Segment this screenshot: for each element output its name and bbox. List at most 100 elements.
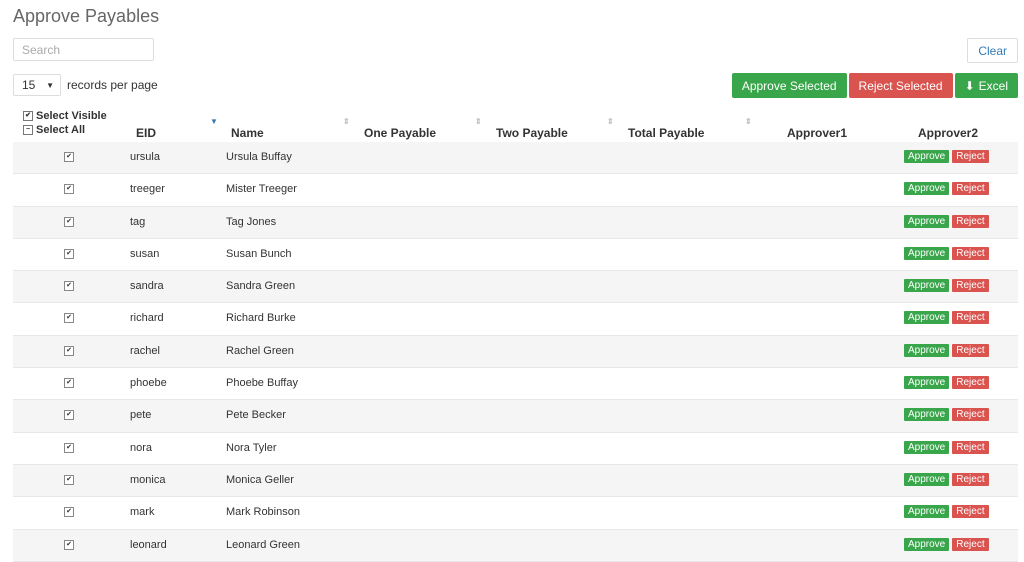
- approve-button[interactable]: Approve: [904, 537, 950, 551]
- checkbox-partial-icon: −: [23, 125, 33, 136]
- approve-button[interactable]: Approve: [904, 182, 950, 196]
- sort-icon[interactable]: ⇕: [343, 117, 350, 126]
- approve-button[interactable]: Approve: [904, 150, 950, 163]
- approve-button[interactable]: Approve: [904, 311, 950, 325]
- sort-icon[interactable]: ⇕: [475, 117, 482, 126]
- table-header: ✔ Select Visible − Select All EID ▼ Name ⇕…: [13, 107, 1018, 142]
- row-actions: Approve Reject: [904, 150, 989, 163]
- table-row: ✔ rachel Rachel Green Approve Reject: [13, 335, 1018, 369]
- row-checkbox[interactable]: ✔: [64, 378, 74, 389]
- table-row: ✔ monica Monica Geller Approve Reject: [13, 464, 1018, 498]
- column-header-name[interactable]: Name: [231, 126, 264, 140]
- row-eid: rachel: [130, 344, 160, 357]
- row-eid: pete: [130, 409, 152, 422]
- row-name: Pete Becker: [226, 409, 286, 422]
- reject-button[interactable]: Reject: [952, 472, 989, 486]
- row-actions: Approve Reject: [904, 472, 989, 486]
- row-checkbox[interactable]: ✔: [64, 474, 74, 485]
- reject-button[interactable]: Reject: [952, 279, 989, 293]
- row-checkbox[interactable]: ✔: [64, 539, 74, 550]
- row-checkbox[interactable]: ✔: [64, 216, 74, 227]
- table-row: ✔ nora Nora Tyler Approve Reject: [13, 433, 1018, 465]
- search-input[interactable]: [13, 38, 154, 61]
- sort-icon[interactable]: ⇕: [745, 117, 752, 126]
- reject-button[interactable]: Reject: [952, 182, 989, 196]
- row-checkbox[interactable]: ✔: [64, 507, 74, 518]
- row-checkbox[interactable]: ✔: [64, 345, 74, 356]
- sort-icon[interactable]: ⇕: [607, 117, 614, 126]
- approve-button[interactable]: Approve: [904, 440, 950, 454]
- row-name: Susan Bunch: [226, 247, 292, 260]
- reject-button[interactable]: Reject: [952, 150, 989, 163]
- table-row: ✔ sandra Sandra Green Approve Reject: [13, 271, 1018, 304]
- row-name: Mister Treeger: [226, 183, 297, 196]
- row-eid: leonard: [130, 538, 167, 551]
- row-checkbox[interactable]: ✔: [64, 248, 74, 259]
- row-name: Nora Tyler: [226, 441, 277, 454]
- reject-button[interactable]: Reject: [952, 343, 989, 357]
- table-row: ✔ susan Susan Bunch Approve Reject: [13, 239, 1018, 272]
- row-checkbox[interactable]: ✔: [64, 313, 74, 324]
- table-row: ✔ leonard Leonard Green Approve Reject: [13, 529, 1018, 562]
- table-row: ✔ pete Pete Becker Approve Reject: [13, 400, 1018, 433]
- approve-button[interactable]: Approve: [904, 408, 950, 422]
- column-header-total-payable[interactable]: Total Payable: [628, 126, 704, 140]
- row-name: Tag Jones: [226, 215, 277, 228]
- column-header-two-payable[interactable]: Two Payable: [496, 126, 568, 140]
- approve-button[interactable]: Approve: [904, 472, 950, 486]
- row-eid: treeger: [130, 183, 165, 196]
- row-checkbox[interactable]: ✔: [64, 281, 74, 292]
- row-checkbox[interactable]: ✔: [64, 152, 74, 162]
- select-all-toggle[interactable]: − Select All: [23, 124, 85, 136]
- row-eid: sandra: [130, 280, 164, 293]
- reject-button[interactable]: Reject: [952, 311, 989, 325]
- approve-button[interactable]: Approve: [904, 376, 950, 390]
- bulk-actions: Approve Selected Reject Selected ⬇ Excel: [731, 73, 1018, 98]
- table-row: ✔ ursula Ursula Buffay Approve Reject: [13, 142, 1018, 175]
- row-eid: mark: [130, 506, 155, 519]
- sort-desc-icon[interactable]: ▼: [210, 117, 218, 126]
- reject-button[interactable]: Reject: [952, 214, 989, 228]
- row-name: Richard Burke: [226, 312, 296, 325]
- approve-button[interactable]: Approve: [904, 279, 950, 293]
- records-per-page-label: records per page: [67, 78, 158, 92]
- excel-button[interactable]: ⬇ Excel: [954, 73, 1018, 98]
- select-visible-label: Select Visible: [36, 110, 107, 122]
- reject-button[interactable]: Reject: [952, 376, 989, 390]
- row-actions: Approve Reject: [904, 505, 989, 519]
- reject-button[interactable]: Reject: [952, 440, 989, 454]
- row-name: Mark Robinson: [226, 506, 300, 519]
- reject-button[interactable]: Reject: [952, 505, 989, 519]
- approve-selected-button[interactable]: Approve Selected: [731, 73, 847, 98]
- approve-button[interactable]: Approve: [904, 214, 950, 228]
- chevron-down-icon: ▼: [46, 80, 54, 90]
- approve-button[interactable]: Approve: [904, 246, 950, 260]
- reject-selected-button[interactable]: Reject Selected: [848, 73, 953, 98]
- row-checkbox[interactable]: ✔: [64, 410, 74, 421]
- row-name: Sandra Green: [226, 280, 296, 293]
- reject-button[interactable]: Reject: [952, 246, 989, 260]
- column-header-eid[interactable]: EID: [136, 126, 156, 140]
- table-row: ✔ treeger Mister Treeger Approve Reject: [13, 174, 1018, 207]
- clear-button[interactable]: Clear: [967, 38, 1018, 63]
- row-eid: monica: [130, 473, 166, 486]
- payables-table-body: ✔ ursula Ursula Buffay Approve Reject ✔ treege…: [13, 142, 1018, 562]
- select-all-label: Select All: [36, 124, 86, 136]
- approve-button[interactable]: Approve: [904, 343, 950, 357]
- approve-button[interactable]: Approve: [904, 505, 950, 519]
- row-name: Monica Geller: [226, 473, 294, 486]
- select-visible-toggle[interactable]: ✔ Select Visible: [23, 110, 107, 122]
- reject-button[interactable]: Reject: [952, 537, 989, 551]
- row-checkbox[interactable]: ✔: [64, 184, 74, 195]
- checkbox-icon: ✔: [23, 111, 33, 122]
- row-name: Rachel Green: [226, 344, 294, 357]
- table-row: ✔ mark Mark Robinson Approve Reject: [13, 497, 1018, 530]
- row-checkbox[interactable]: ✔: [64, 442, 74, 453]
- reject-button[interactable]: Reject: [952, 408, 989, 422]
- records-per-page-select[interactable]: 15 ▼: [13, 74, 61, 96]
- excel-button-label: Excel: [978, 78, 1008, 93]
- table-row: ✔ richard Richard Burke Approve Reject: [13, 303, 1018, 336]
- table-row: ✔ phoebe Phoebe Buffay Approve Reject: [13, 368, 1018, 401]
- column-header-one-payable[interactable]: One Payable: [364, 126, 436, 140]
- row-eid: tag: [130, 215, 146, 228]
